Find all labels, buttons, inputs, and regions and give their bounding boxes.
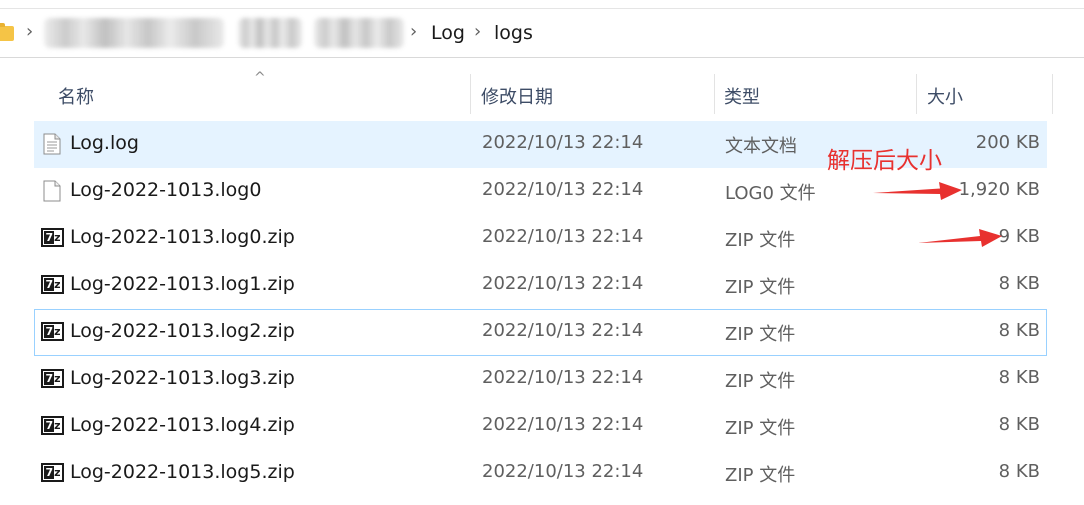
file-list: Log.log 2022/10/13 22:14 文本文档 200 KB Log… xyxy=(34,121,1047,497)
breadcrumb-redacted-1[interactable] xyxy=(44,18,224,48)
file-name[interactable]: Log-2022-1013.log4.zip xyxy=(70,414,295,436)
file-type: ZIP 文件 xyxy=(725,324,796,345)
breadcrumb-logs[interactable]: logs xyxy=(494,22,533,44)
file-row[interactable]: 7z Log-2022-1013.log5.zip 2022/10/13 22:… xyxy=(34,450,1047,497)
file-row[interactable]: 7z Log-2022-1013.log0.zip 2022/10/13 22:… xyxy=(34,215,1047,262)
file-date: 2022/10/13 22:14 xyxy=(482,226,644,247)
file-row[interactable]: 7z Log-2022-1013.log3.zip 2022/10/13 22:… xyxy=(34,356,1047,403)
7zip-archive-icon: 7z xyxy=(41,228,64,247)
file-row[interactable]: 7z Log-2022-1013.log4.zip 2022/10/13 22:… xyxy=(34,403,1047,450)
sort-ascending-icon: ^ xyxy=(254,70,266,86)
column-divider[interactable] xyxy=(1052,74,1053,114)
file-size: 8 KB xyxy=(998,320,1040,341)
file-date: 2022/10/13 22:14 xyxy=(482,320,644,341)
7zip-archive-icon: 7z xyxy=(41,369,64,388)
file-date: 2022/10/13 22:14 xyxy=(482,461,644,482)
breadcrumb-separator-icon: › xyxy=(474,21,482,42)
file-size: 9 KB xyxy=(998,226,1040,247)
column-divider[interactable] xyxy=(470,74,471,114)
file-name[interactable]: Log-2022-1013.log2.zip xyxy=(70,320,295,342)
file-row[interactable]: Log-2022-1013.log0 2022/10/13 22:14 LOG0… xyxy=(34,168,1047,215)
file-size: 8 KB xyxy=(998,273,1040,294)
file-name[interactable]: Log-2022-1013.log5.zip xyxy=(70,461,295,483)
column-header-size[interactable]: 大小 xyxy=(927,74,963,114)
breadcrumb-redacted-2[interactable] xyxy=(238,18,302,48)
7zip-archive-icon: 7z xyxy=(41,416,64,435)
file-name[interactable]: Log-2022-1013.log3.zip xyxy=(70,367,295,389)
file-name[interactable]: Log.log xyxy=(70,132,139,154)
column-divider[interactable] xyxy=(714,74,715,114)
file-date: 2022/10/13 22:14 xyxy=(482,414,644,435)
file-size: 8 KB xyxy=(998,414,1040,435)
file-row[interactable]: 7z Log-2022-1013.log2.zip 2022/10/13 22:… xyxy=(34,309,1047,356)
file-size: 1,920 KB xyxy=(958,179,1040,200)
file-name[interactable]: Log-2022-1013.log0 xyxy=(70,179,261,201)
file-date: 2022/10/13 22:14 xyxy=(482,179,644,200)
annotation-label: 解压后大小 xyxy=(827,148,942,174)
folder-icon xyxy=(0,23,14,41)
file-type: ZIP 文件 xyxy=(725,465,796,486)
column-header: ^ 名称 修改日期 类型 大小 xyxy=(34,70,1054,114)
file-size: 8 KB xyxy=(998,461,1040,482)
file-row[interactable]: 7z Log-2022-1013.log1.zip 2022/10/13 22:… xyxy=(34,262,1047,309)
breadcrumb-redacted-3[interactable] xyxy=(314,18,404,48)
column-header-date[interactable]: 修改日期 xyxy=(481,74,553,114)
7zip-archive-icon: 7z xyxy=(41,463,64,482)
breadcrumb-separator-icon: › xyxy=(410,21,418,42)
file-type: ZIP 文件 xyxy=(725,230,796,251)
file-type: ZIP 文件 xyxy=(725,418,796,439)
file-type: LOG0 文件 xyxy=(725,183,816,204)
breadcrumb-log[interactable]: Log xyxy=(431,22,465,44)
breadcrumb-separator-icon: › xyxy=(26,21,34,42)
blank-file-icon xyxy=(43,180,61,202)
file-date: 2022/10/13 22:14 xyxy=(482,273,644,294)
file-size: 200 KB xyxy=(975,132,1040,153)
text-document-icon xyxy=(43,133,61,155)
7zip-archive-icon: 7z xyxy=(41,275,64,294)
address-bar[interactable]: › › Log › logs xyxy=(0,8,1084,58)
7zip-archive-icon: 7z xyxy=(41,322,64,341)
column-header-type[interactable]: 类型 xyxy=(724,74,760,114)
file-type: ZIP 文件 xyxy=(725,371,796,392)
file-name[interactable]: Log-2022-1013.log0.zip xyxy=(70,226,295,248)
file-size: 8 KB xyxy=(998,367,1040,388)
file-type: ZIP 文件 xyxy=(725,277,796,298)
column-header-name[interactable]: 名称 xyxy=(58,74,94,114)
file-type: 文本文档 xyxy=(725,136,797,157)
column-divider[interactable] xyxy=(916,74,917,114)
file-date: 2022/10/13 22:14 xyxy=(482,367,644,388)
file-name[interactable]: Log-2022-1013.log1.zip xyxy=(70,273,295,295)
file-date: 2022/10/13 22:14 xyxy=(482,132,644,153)
